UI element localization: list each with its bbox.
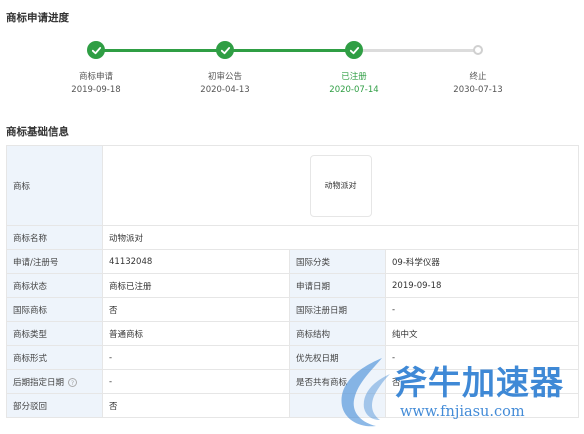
field-label: 国际商标	[6, 297, 103, 322]
field-label: 商标形式	[6, 345, 103, 370]
field-label: 国际注册日期	[289, 297, 386, 322]
trademark-image-text: 动物派对	[324, 181, 357, 190]
field-value: -	[385, 297, 579, 322]
table-row: 商标类型 普通商标 商标结构 纯中文	[6, 321, 579, 346]
step-check-icon	[345, 41, 363, 59]
field-label: 商标名称	[6, 225, 103, 250]
field-label: 商标结构	[289, 321, 386, 346]
field-value-empty	[385, 393, 579, 418]
table-row: 国际商标 否 国际注册日期 -	[6, 297, 579, 322]
field-label-empty	[289, 393, 386, 418]
step-label-current: 已注册	[341, 72, 367, 82]
field-label: 申请日期	[289, 273, 386, 298]
field-label: 申请/注册号	[6, 249, 103, 274]
step-date: 2019-09-18	[71, 85, 121, 95]
field-value: 动物派对	[102, 225, 579, 250]
table-row: 后期指定日期? - 是否共有商标 否	[6, 369, 579, 394]
field-value: 09-科学仪器	[385, 249, 579, 274]
help-icon[interactable]: ?	[68, 377, 78, 387]
field-label: 国际分类	[289, 249, 386, 274]
field-label-with-help: 后期指定日期?	[6, 369, 103, 394]
field-label: 商标类型	[6, 321, 103, 346]
basic-info-title: 商标基础信息	[6, 126, 69, 138]
field-value: 商标已注册	[102, 273, 290, 298]
progress-title: 商标申请进度	[6, 12, 69, 24]
trademark-image-cell: 动物派对	[102, 145, 579, 226]
step-date: 2030-07-13	[453, 85, 503, 95]
field-value: 否	[385, 369, 579, 394]
field-value: -	[102, 345, 290, 370]
field-label: 商标	[6, 145, 103, 226]
table-row: 商标状态 商标已注册 申请日期 2019-09-18	[6, 273, 579, 298]
field-label: 后期指定日期	[13, 377, 65, 388]
table-row: 商标名称 动物派对	[6, 225, 579, 250]
step-date-current: 2020-07-14	[329, 85, 379, 95]
field-value: 纯中文	[385, 321, 579, 346]
field-value: -	[102, 369, 290, 394]
step-check-icon	[216, 41, 234, 59]
table-row: 商标 动物派对	[6, 145, 579, 226]
table-row: 申请/注册号 41132048 国际分类 09-科学仪器	[6, 249, 579, 274]
trademark-image[interactable]: 动物派对	[309, 154, 372, 217]
field-label: 是否共有商标	[289, 369, 386, 394]
field-value: 否	[102, 393, 290, 418]
progress-track-pending	[354, 49, 478, 52]
step-label: 终止	[469, 72, 487, 82]
field-value: 普通商标	[102, 321, 290, 346]
basic-info-table: 商标 动物派对 商标名称 动物派对 申请/注册号 41132048 国际分类 0…	[6, 145, 579, 418]
field-value: -	[385, 345, 579, 370]
step-check-icon	[87, 41, 105, 59]
field-value: 否	[102, 297, 290, 322]
field-value: 2019-09-18	[385, 273, 579, 298]
field-value: 41132048	[102, 249, 290, 274]
field-label: 商标状态	[6, 273, 103, 298]
step-label: 初审公告	[207, 72, 242, 82]
step-pending-dot-icon	[473, 45, 483, 55]
field-label: 部分驳回	[6, 393, 103, 418]
step-date: 2020-04-13	[200, 85, 250, 95]
field-label: 优先权日期	[289, 345, 386, 370]
step-label: 商标申请	[78, 72, 113, 82]
table-row: 商标形式 - 优先权日期 -	[6, 345, 579, 370]
table-row: 部分驳回 否	[6, 393, 579, 418]
